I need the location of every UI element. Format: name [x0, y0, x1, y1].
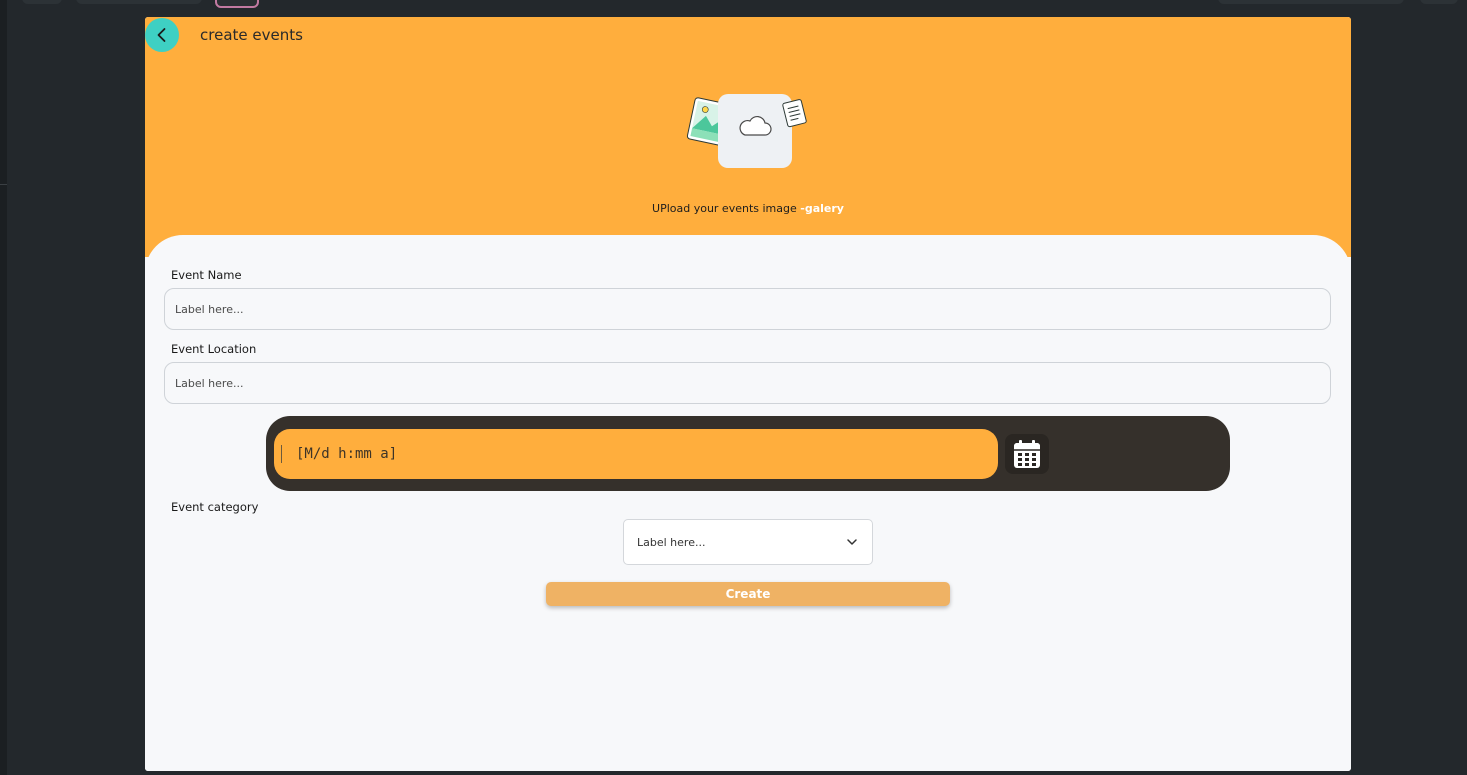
calendar-icon: [1014, 440, 1040, 468]
date-time-picker: [M/d h:mm a]: [266, 416, 1230, 491]
chevron-left-icon: [157, 28, 166, 42]
form-panel: Event Name Event Location [M/d h:mm a]: [145, 235, 1351, 771]
upload-caption-text: UPload your events image: [652, 202, 797, 215]
chevron-down-icon: [847, 539, 857, 545]
event-name-input[interactable]: [164, 288, 1331, 330]
upload-illustration-icon[interactable]: [685, 93, 809, 173]
calendar-button[interactable]: [1005, 434, 1049, 474]
event-location-input[interactable]: [164, 362, 1331, 404]
page-title: create events: [200, 26, 303, 44]
background-tab-active: [215, 0, 259, 8]
event-category-label: Event category: [171, 500, 259, 514]
background-tab: [22, 0, 62, 4]
date-time-input[interactable]: [M/d h:mm a]: [274, 429, 998, 479]
event-category-value: Label here...: [637, 535, 706, 549]
background-tab: [76, 0, 202, 4]
date-time-format: [M/d h:mm a]: [296, 446, 398, 462]
text-caret: [281, 445, 282, 463]
back-button[interactable]: [145, 18, 179, 52]
background-tab: [1218, 0, 1404, 4]
event-location-label: Event Location: [171, 342, 257, 356]
header: create events UPload your events image -…: [145, 17, 1351, 257]
event-category-select[interactable]: Label here...: [623, 519, 873, 565]
background-divider: [0, 184, 7, 185]
gallery-link[interactable]: -galery: [800, 202, 844, 215]
background-sidebar: [0, 0, 7, 775]
create-events-window: create events UPload your events image -…: [145, 17, 1351, 771]
event-name-label: Event Name: [171, 268, 242, 282]
create-button[interactable]: Create: [546, 582, 950, 606]
upload-caption: UPload your events image -galery: [145, 202, 1351, 215]
background-tab: [1420, 0, 1458, 4]
